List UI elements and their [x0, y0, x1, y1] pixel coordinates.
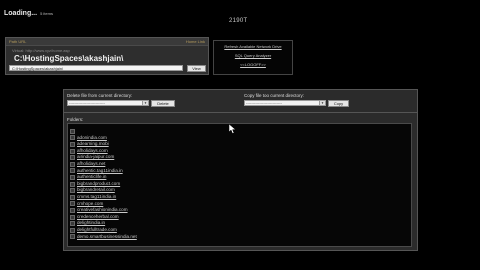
folder-icon [70, 148, 75, 154]
folder-item[interactable]: authenticlife.in [70, 174, 137, 181]
folder-name[interactable]: bigbrandretail.com [77, 187, 115, 194]
folder-name[interactable]: creativefashionindia.com [77, 207, 128, 214]
folder-name[interactable]: delightindia.in [77, 220, 105, 227]
folder-icon [70, 155, 75, 161]
folder-icon [70, 227, 75, 233]
folders-label: Folders: [67, 117, 84, 122]
folder-item[interactable]: authentic.tag11india.in [70, 168, 137, 175]
home-link[interactable]: Home Link [186, 39, 205, 44]
loading-title: Loading... [4, 10, 38, 17]
folder-name[interactable]: authenticlife.in [77, 174, 106, 181]
chevron-down-icon[interactable]: ▼ [319, 101, 325, 105]
folder-item[interactable]: delightindia.in [70, 220, 137, 227]
delete-button[interactable]: Delete [151, 100, 175, 107]
folder-icon [70, 161, 75, 167]
copy-file-select[interactable]: --------------------------- ▼ [244, 100, 326, 106]
file-manager-panel: Delete file from current directory: ----… [63, 89, 418, 251]
folder-icon [70, 141, 75, 147]
folder-icon [70, 207, 75, 213]
folder-icon [70, 194, 75, 200]
folder-icon [70, 234, 75, 240]
copy-select-value: --------------------------- [246, 100, 282, 105]
delete-label: Delete file from current directory: [67, 93, 133, 98]
sql-query-analyzer-link[interactable]: SQL Query Analyzer [214, 53, 292, 58]
folder-icon [70, 174, 75, 180]
refresh-network-drive-link[interactable]: Refresh Available Network Drive [214, 44, 292, 49]
folder-name[interactable]: airindia-jaipur.com [77, 154, 114, 161]
folder-item[interactable]: adearning.mobi [70, 141, 137, 148]
logoff-link[interactable]: <<LOGOFF>> [214, 62, 292, 67]
folder-icon [70, 168, 75, 174]
folder-item[interactable]: bigbrandproduct.com [70, 181, 137, 188]
path-panel-header: Path URL Home Link [6, 38, 208, 46]
folder-icon [70, 221, 75, 227]
folder-name[interactable]: delightfulltrade.com [77, 227, 117, 234]
folder-list: adonindia.com adearning.mobi afholidays.co… [70, 128, 137, 240]
folder-name[interactable]: cmhope.com [77, 201, 103, 208]
folder-name[interactable]: credenceherbal.com [77, 214, 119, 221]
path-panel: Path URL Home Link Virtual: http://www.x… [5, 37, 209, 75]
folder-icon [70, 181, 75, 187]
loading-status: Loading... 5 items [4, 10, 53, 17]
folder-item[interactable]: afholidays.net [70, 161, 137, 168]
folder-name[interactable]: demo.smartbusinessindia.net [77, 234, 137, 241]
folder-item[interactable] [70, 128, 137, 135]
counter-text: 2190T [229, 18, 248, 24]
current-path-heading: C:\HostingSpaces\akashjain\ [14, 54, 124, 63]
view-button[interactable]: View [187, 65, 206, 72]
chevron-down-icon[interactable]: ▼ [142, 101, 148, 105]
folder-item[interactable]: creativefashionindia.com [70, 207, 137, 214]
browser-page: Loading... 5 items 2190T Path URL Home Li… [0, 0, 480, 270]
delete-select-value: --------------------------- [69, 100, 105, 105]
folder-icon [70, 128, 75, 134]
virtual-path-text: Virtual: http://www.xyz/home.asp [12, 48, 70, 53]
copy-button[interactable]: Copy [328, 100, 349, 107]
folder-item[interactable]: demo.smartbusinessindia.net [70, 234, 137, 241]
folder-icon [70, 135, 75, 141]
folder-item[interactable]: airindia-jaipur.com [70, 154, 137, 161]
folder-item[interactable]: afholidays.com [70, 148, 137, 155]
folder-name[interactable]: cmms.tag11india.in [77, 194, 116, 201]
mouse-cursor-icon [229, 124, 237, 134]
folder-name[interactable]: adearning.mobi [77, 141, 109, 148]
folder-icon [70, 188, 75, 194]
loading-sub: 5 items [40, 11, 53, 16]
folder-list-box: adonindia.com adearning.mobi afholidays.co… [67, 123, 412, 247]
folder-name[interactable]: afholidays.net [77, 161, 105, 168]
folder-item[interactable]: cmms.tag11india.in [70, 194, 137, 201]
folder-icon [70, 214, 75, 220]
folder-item[interactable]: bigbrandretail.com [70, 187, 137, 194]
folder-name[interactable]: adonindia.com [77, 135, 107, 142]
folder-icon [70, 201, 75, 207]
folder-item[interactable]: cmhope.com [70, 201, 137, 208]
folder-name[interactable]: bigbrandproduct.com [77, 181, 120, 188]
folder-item[interactable]: delightfulltrade.com [70, 227, 137, 234]
copy-label: Copy file too current directory: [244, 93, 305, 98]
path-url-label: Path URL [9, 39, 27, 44]
path-input[interactable]: C:\HostingSpaces\akashjain\ [9, 65, 183, 71]
folder-name[interactable]: afholidays.com [77, 148, 108, 155]
divider [64, 112, 417, 113]
folder-name[interactable]: authentic.tag11india.in [77, 168, 123, 175]
tool-links: Refresh Available Network Drive SQL Quer… [213, 40, 293, 75]
folder-item[interactable]: adonindia.com [70, 135, 137, 142]
delete-file-select[interactable]: --------------------------- ▼ [67, 100, 149, 106]
folder-item[interactable]: credenceherbal.com [70, 214, 137, 221]
